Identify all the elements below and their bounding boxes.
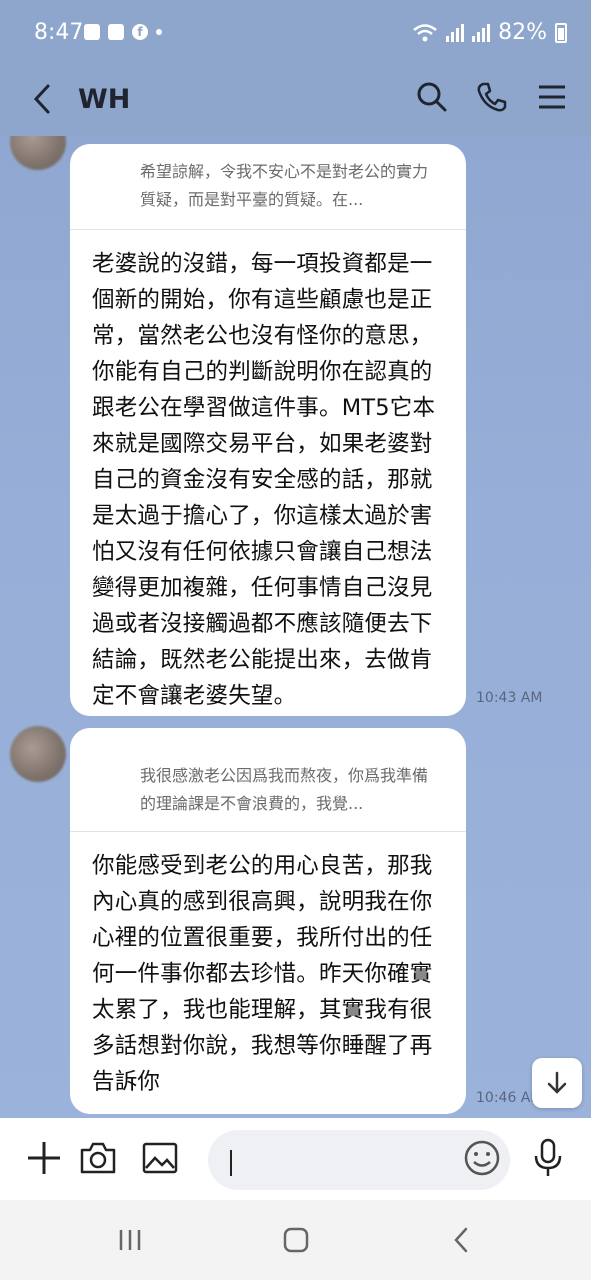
- back-nav-icon[interactable]: [446, 1224, 478, 1256]
- message-time: 10:43 AM: [476, 690, 543, 706]
- text-cursor: [230, 1150, 232, 1176]
- avatar[interactable]: [10, 726, 66, 782]
- image-icon[interactable]: [140, 1138, 180, 1178]
- chat-area[interactable]: 希望諒解，令我不安心不是對老公的實力質疑，而是對平臺的質疑。在... 老婆說的沒…: [0, 136, 591, 1118]
- message-text: 老婆說的沒錯，每一項投資都是一個新的開始，你有這些顧慮也是正常，當然老公也沒有怪…: [92, 251, 436, 709]
- arrow-down-icon: [547, 1071, 567, 1094]
- reply-preview[interactable]: 希望諒解，令我不安心不是對老公的實力質疑，而是對平臺的質疑。在...: [70, 144, 466, 230]
- chat-title: WH: [78, 84, 131, 115]
- wifi-icon: [413, 23, 437, 41]
- notification-icons: f: [84, 24, 162, 40]
- system-navigation-bar: [0, 1200, 591, 1280]
- gallery-notification-icon: [108, 24, 124, 40]
- mail-icon: [84, 24, 100, 40]
- message-bubble[interactable]: 我很感激老公因爲我而熬夜，你爲我準備的理論課是不會浪費的，我覺... 你能感受到…: [70, 728, 466, 1114]
- message-bubble[interactable]: 希望諒解，令我不安心不是對老公的實力質疑，而是對平臺的質疑。在... 老婆說的沒…: [70, 144, 466, 716]
- message-text: 你能感受到老公的用心良苦，那我內心真的感到很高興，說明我在你心裡的位置很重要，我…: [92, 853, 433, 1095]
- reply-preview-text: 希望諒解，令我不安心不是對老公的實力質疑，而是對平臺的質疑。在...: [140, 162, 429, 209]
- lte-signal-icon: [446, 23, 465, 42]
- battery-level: 82%: [498, 20, 547, 45]
- camera-icon[interactable]: [78, 1138, 118, 1178]
- reply-preview-text: 我很感激老公因爲我而熬夜，你爲我準備的理論課是不會浪費的，我覺...: [140, 766, 429, 813]
- back-button[interactable]: [28, 82, 56, 116]
- search-icon[interactable]: [415, 80, 449, 114]
- more-notifications-icon: [156, 29, 162, 35]
- plus-icon[interactable]: [24, 1138, 64, 1178]
- signal-icon: [472, 23, 491, 42]
- message-input-bar: [0, 1118, 591, 1200]
- recent-apps-icon[interactable]: [114, 1224, 146, 1256]
- mic-icon[interactable]: [528, 1136, 568, 1180]
- scroll-to-bottom-button[interactable]: [532, 1058, 582, 1108]
- reply-preview[interactable]: 我很感激老公因爲我而熬夜，你爲我準備的理論課是不會浪費的，我覺...: [70, 728, 466, 832]
- emoji-icon[interactable]: [462, 1138, 502, 1178]
- phone-icon[interactable]: [475, 80, 509, 114]
- system-icons: 82%: [412, 20, 567, 45]
- chat-header: WH: [0, 62, 591, 136]
- facebook-icon: f: [132, 24, 148, 40]
- menu-icon[interactable]: [535, 80, 569, 114]
- header-actions: [415, 80, 569, 114]
- status-time: 8:47: [34, 20, 84, 45]
- avatar[interactable]: [10, 136, 66, 170]
- battery-icon: [555, 22, 567, 43]
- home-icon[interactable]: [280, 1224, 312, 1256]
- status-bar: 8:47 f 82%: [0, 0, 591, 62]
